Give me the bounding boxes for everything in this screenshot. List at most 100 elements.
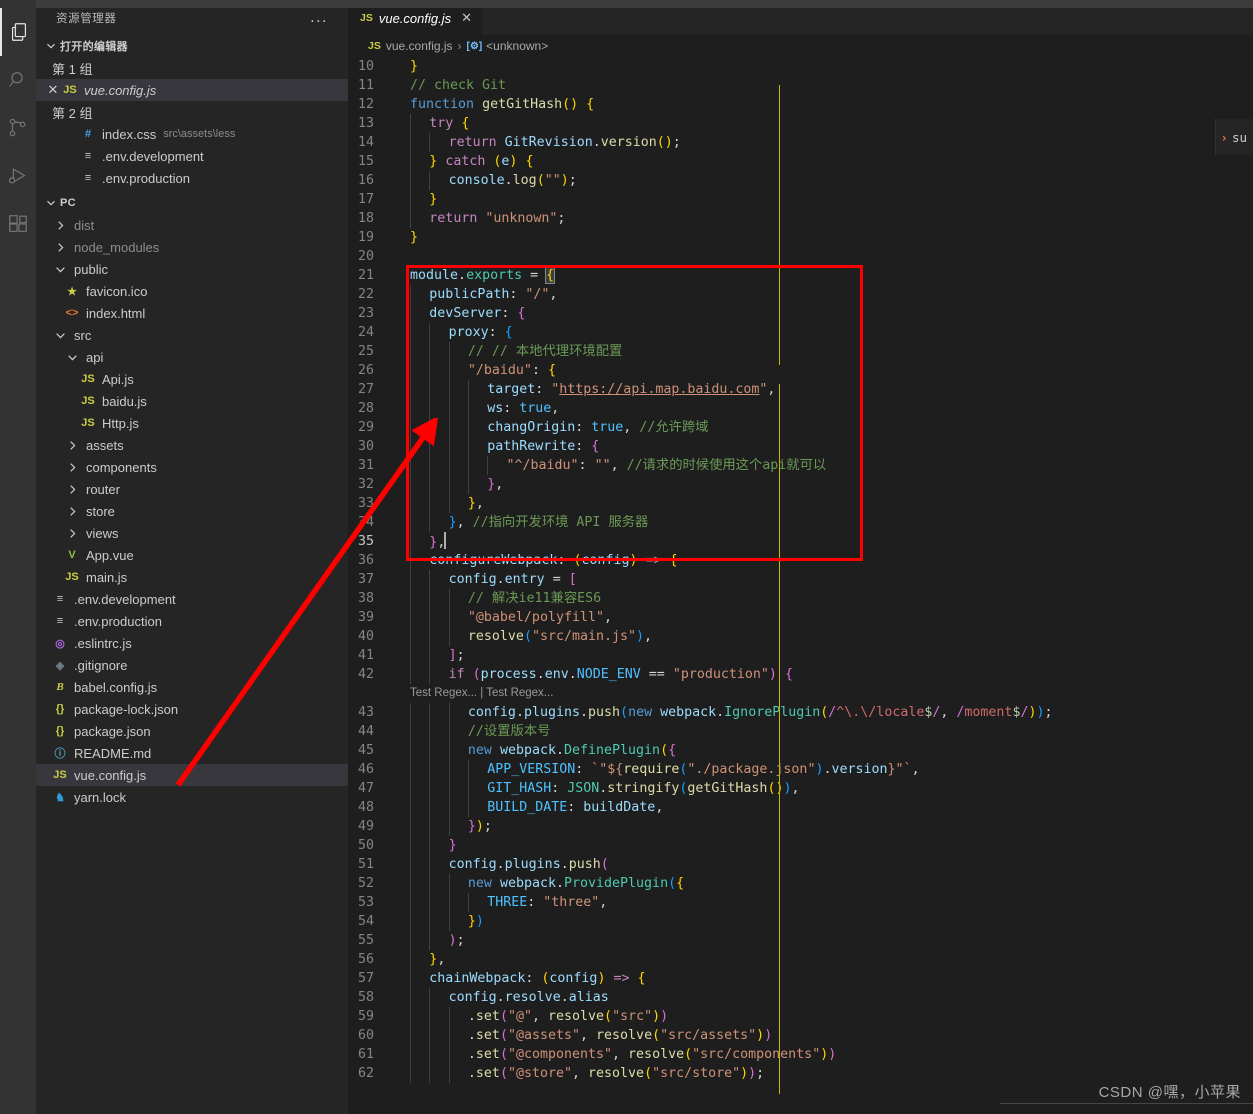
code-line-51: 51 config.plugins.push(: [348, 855, 1253, 874]
tree-file-api-js[interactable]: JS Api.js: [36, 368, 348, 390]
tree-folder-router[interactable]: router: [36, 478, 348, 500]
line-text: ];: [400, 646, 1253, 665]
tree-file-vue-config-js[interactable]: JS vue.config.js: [36, 764, 348, 786]
code-token: config: [448, 857, 497, 872]
open-editors-group-1[interactable]: 第 1 组: [36, 57, 348, 79]
indent-guide: [410, 798, 429, 817]
code-token: :: [567, 800, 584, 815]
tab-label: vue.config.js: [378, 10, 452, 26]
indent-guide: [429, 798, 448, 817]
activity-bar-extensions[interactable]: [0, 200, 36, 248]
code-token: }: [467, 496, 476, 511]
open-editor-env-production[interactable]: ≡ .env.production: [36, 167, 348, 189]
open-editor-vue-config-js[interactable]: ✕ JS vue.config.js: [36, 79, 348, 101]
peek-widget-label: su: [1231, 129, 1247, 145]
indent-guide: [410, 608, 429, 627]
tree-folder-node-modules[interactable]: node_modules: [36, 236, 348, 258]
tree-folder-assets[interactable]: assets: [36, 434, 348, 456]
open-editors-group-2[interactable]: 第 2 组: [36, 101, 348, 123]
activity-bar-run-and-debug[interactable]: [0, 152, 36, 200]
code-token: "/": [525, 287, 550, 302]
breadcrumb-symbol[interactable]: <unknown>: [486, 39, 548, 53]
code-token: {: [461, 116, 470, 131]
code-line-54: 54 }): [348, 912, 1253, 931]
line-text: },: [400, 531, 1253, 552]
tree-file-package-json[interactable]: {} package.json: [36, 720, 348, 742]
activity-bar-source-control[interactable]: [0, 104, 36, 152]
chevron-down-icon: [52, 327, 68, 343]
code-token: ,: [475, 496, 484, 511]
js-icon: JS: [368, 40, 381, 52]
code-line-47: 47 GIT_HASH: JSON.stringify(getGitHash()…: [348, 779, 1253, 798]
code-token: resolve: [467, 629, 524, 644]
code-token: ): [475, 914, 484, 929]
tree-file-yarn-lock[interactable]: ♞ yarn.lock: [36, 786, 348, 808]
activity-bar-search[interactable]: [0, 56, 36, 104]
line-number: 22: [357, 287, 374, 302]
tree-file-index-html[interactable]: <> index.html: [36, 302, 348, 324]
code-line-26: 26 "/baidu": {: [348, 361, 1253, 380]
code-lens-link[interactable]: Test Regex... | Test Regex...: [348, 684, 553, 703]
line-text: .set("@assets", resolve("src/assets")): [400, 1026, 1253, 1045]
tree-file-main-js[interactable]: JS main.js: [36, 566, 348, 588]
tree-folder-public[interactable]: public: [36, 258, 348, 280]
code-token: (: [652, 1028, 661, 1043]
code-token: }: [410, 59, 419, 74]
close-icon[interactable]: ✕: [461, 10, 472, 26]
code-token: proxy: [448, 325, 489, 340]
eslint-icon: ◎: [55, 637, 65, 650]
code-token: "three": [543, 895, 600, 910]
tree-file-package-lock-json[interactable]: {} package-lock.json: [36, 698, 348, 720]
indent-guide: [410, 342, 429, 361]
code-token: (: [499, 1009, 508, 1024]
activity-bar-explorer[interactable]: [0, 8, 36, 56]
tree-file-gitignore[interactable]: ◈ .gitignore: [36, 654, 348, 676]
indent-guide: [429, 475, 448, 494]
code-token: THREE: [487, 895, 528, 910]
tree-folder-dist[interactable]: dist: [36, 214, 348, 236]
line-number: 26: [357, 363, 374, 378]
tree-file-babel-config-js[interactable]: Bbabel.config.js: [36, 676, 348, 698]
code-token: devServer: [429, 306, 502, 321]
peek-reference-widget[interactable]: › su: [1215, 119, 1253, 155]
tree-folder-src[interactable]: src: [36, 324, 348, 346]
indent-guide: [429, 1007, 448, 1026]
tree-file-eslintrc-js[interactable]: ◎ .eslintrc.js: [36, 632, 348, 654]
tree-folder-store[interactable]: store: [36, 500, 348, 522]
line-text: //设置版本号: [400, 722, 1253, 741]
line-text: target: "https://api.map.baidu.com",: [400, 380, 1253, 399]
code-token: exports: [466, 268, 523, 283]
code-token: "src/store": [652, 1066, 741, 1081]
code-line-33: 33 },: [348, 494, 1253, 513]
sidebar-more-actions-icon[interactable]: ...: [310, 9, 338, 25]
code-token: ,: [791, 781, 800, 796]
code-token: process: [480, 667, 537, 682]
tree-file-favicon-ico[interactable]: ★ favicon.ico: [36, 280, 348, 302]
open-editor-env-development[interactable]: ≡ .env.development: [36, 145, 348, 167]
tree-file-env-production[interactable]: ≡ .env.production: [36, 610, 348, 632]
open-editors-section-header[interactable]: 打开的编辑器: [36, 35, 348, 57]
tree-folder-components[interactable]: components: [36, 456, 348, 478]
tree-folder-views[interactable]: views: [36, 522, 348, 544]
code-token: "@babel/polyfill": [467, 610, 604, 625]
line-number: 32: [357, 477, 374, 492]
code-token: .: [496, 572, 505, 587]
code-token: ,: [456, 515, 473, 530]
tree-folder-api[interactable]: api: [36, 346, 348, 368]
tree-file-env-development[interactable]: ≡ .env.development: [36, 588, 348, 610]
close-icon[interactable]: ✕: [44, 82, 62, 98]
line-text: pathRewrite: {: [400, 437, 1253, 456]
open-editor-index-css[interactable]: # index.css src\assets\less: [36, 123, 348, 145]
breadcrumb-file[interactable]: vue.config.js: [386, 39, 453, 53]
tree-file-http-js[interactable]: JS Http.js: [36, 412, 348, 434]
tree-file-app-vue[interactable]: V App.vue: [36, 544, 348, 566]
indent-guide: [448, 627, 468, 646]
code-token: ;: [456, 648, 465, 663]
tree-file-baidu-js[interactable]: JS baidu.js: [36, 390, 348, 412]
indent-guide: [410, 190, 429, 209]
code-editor[interactable]: 10} 11// check Git 12 function getGitHash()…: [348, 57, 1253, 1114]
code-token: new: [467, 876, 492, 891]
project-section-header[interactable]: PC: [36, 192, 348, 214]
indent-guide: [467, 418, 487, 437]
tree-file-readme-md[interactable]: ⓘ README.md: [36, 742, 348, 764]
